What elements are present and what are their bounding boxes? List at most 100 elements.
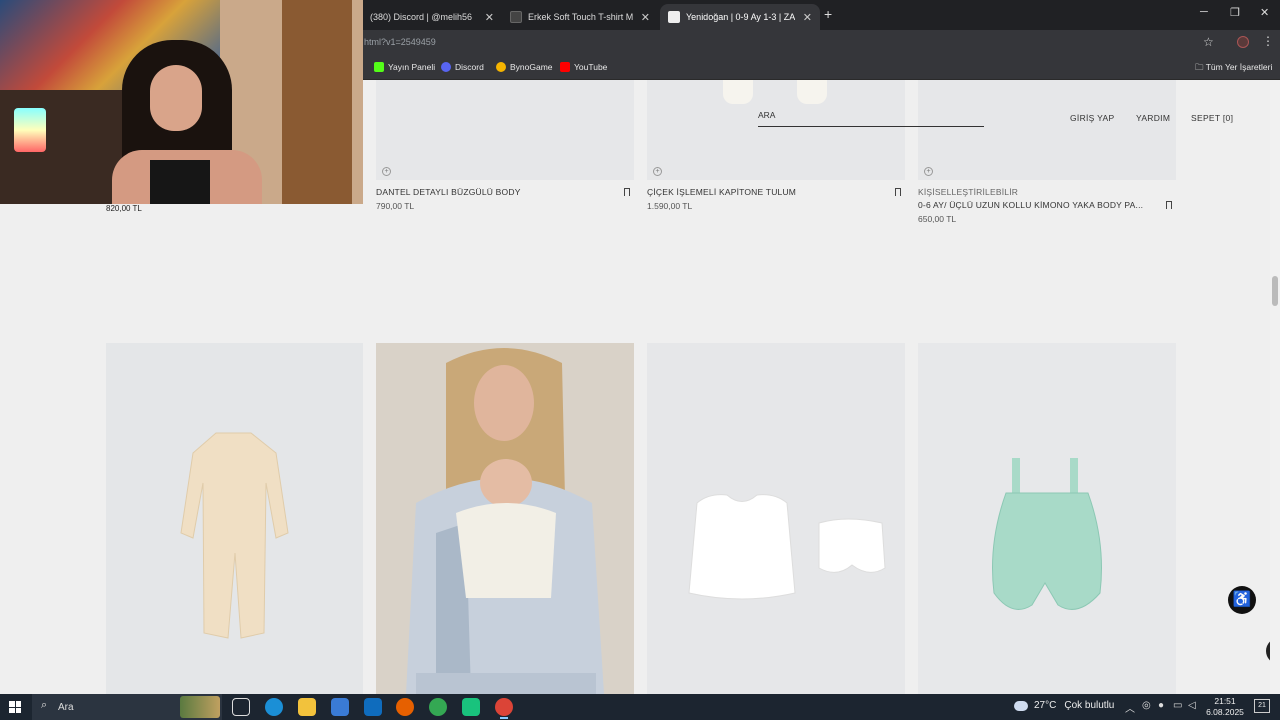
product-tag: KİŞİSELLEŞTİRİLEBİLİR xyxy=(918,187,1019,197)
taskbar-search[interactable]: ⌕ Ara xyxy=(32,694,222,720)
overall-image xyxy=(992,458,1102,610)
bookmark-label: Yayın Paneli xyxy=(388,62,436,72)
product-name[interactable]: DANTEL DETAYLI BÜZGÜLÜ BODY xyxy=(376,187,521,197)
outlook-icon[interactable] xyxy=(364,698,382,716)
notification-icon[interactable]: 21 xyxy=(1254,699,1270,713)
restore-icon[interactable]: ❐ xyxy=(1230,6,1240,19)
clock-date: 6.08.2025 xyxy=(1206,707,1244,717)
tab-label: Erkek Soft Touch T-shirt Modelleri xyxy=(528,12,633,22)
bookmark-label: YouTube xyxy=(574,62,608,72)
page-icon xyxy=(510,11,522,23)
tab-discord[interactable]: (380) Discord | @melih56 ✕ xyxy=(362,4,502,30)
bookmark-icon[interactable] xyxy=(1166,201,1172,209)
windows-start-icon[interactable] xyxy=(9,701,21,713)
close-icon[interactable]: ✕ xyxy=(803,11,812,24)
product-image[interactable] xyxy=(918,343,1176,694)
product-price: 1.590,00 TL xyxy=(647,201,693,211)
tab-zara[interactable]: Yenidoğan | 0-9 Ay 1-3 | ZARA ✕ xyxy=(660,4,820,30)
window-close-icon[interactable]: ✕ xyxy=(1260,6,1269,19)
product-name[interactable]: 0-6 AY/ ÜÇLÜ UZUN KOLLU KİMONO YAKA BODY… xyxy=(918,200,1143,210)
url-field[interactable]: html?v1=2549459 xyxy=(364,37,436,47)
bookmark-yayin-paneli[interactable]: Yayın Paneli xyxy=(374,62,435,72)
chrome-active-icon[interactable] xyxy=(495,698,513,719)
page-scrollbar[interactable] xyxy=(1270,80,1280,694)
shoe-shape xyxy=(723,80,753,104)
shirt-set-image xyxy=(688,494,886,600)
tab-label: (380) Discord | @melih56 xyxy=(370,12,473,22)
bookmark-discord[interactable]: Discord xyxy=(441,62,484,72)
scroll-thumb[interactable] xyxy=(1272,276,1278,306)
all-bookmarks-label: Tüm Yer İşaretleri xyxy=(1205,62,1273,72)
product-image[interactable]: + xyxy=(647,80,905,180)
door-image xyxy=(282,0,352,204)
bookmark-label: BynoGame xyxy=(510,62,553,72)
model-image xyxy=(406,348,604,694)
help-link[interactable]: YARDIM xyxy=(1136,113,1170,123)
webcam-overlay xyxy=(0,0,363,204)
product-price: 790,00 TL xyxy=(376,201,415,211)
edge-icon[interactable] xyxy=(265,698,283,716)
shoe-shape xyxy=(797,80,827,104)
search-underline xyxy=(758,126,984,127)
profile-avatar[interactable] xyxy=(1237,36,1249,48)
accessibility-icon[interactable]: ♿ xyxy=(1228,586,1256,614)
volume-icon[interactable]: ◁ xyxy=(1188,700,1196,711)
weather-temp: 27°C xyxy=(1034,700,1057,711)
windows-taskbar: ⌕ Ara 27°C Çok bulutlu ︿ ◎ ● ▭ ◁ 21:51 6… xyxy=(0,694,1280,720)
store-icon[interactable] xyxy=(331,698,349,716)
cloud-icon xyxy=(1014,700,1028,711)
clock-time: 21:51 xyxy=(1214,696,1236,706)
bookmark-youtube[interactable]: YouTube xyxy=(560,62,607,72)
weather-widget[interactable]: 27°C Çok bulutlu xyxy=(1014,700,1114,711)
star-icon[interactable]: ☆ xyxy=(1203,35,1214,49)
search-input[interactable]: ARA xyxy=(758,110,775,120)
streamer-face xyxy=(150,65,202,131)
youtube-icon xyxy=(560,62,570,72)
cart-link[interactable]: SEPET [0] xyxy=(1191,113,1233,123)
streamer-top xyxy=(150,160,210,204)
romper-image xyxy=(180,432,289,639)
close-icon[interactable]: ✕ xyxy=(641,11,650,24)
tab-label: Yenidoğan | 0-9 Ay 1-3 | ZARA xyxy=(686,12,795,22)
bynogame-icon xyxy=(496,62,506,72)
product-image[interactable]: + xyxy=(918,80,1176,180)
discord-icon xyxy=(441,62,451,72)
product-price-partial: 820,00 TL xyxy=(106,204,142,213)
more-menu-icon[interactable]: ⋮ xyxy=(1262,34,1274,48)
bookmark-bynogame[interactable]: BynoGame xyxy=(496,62,553,72)
product-image[interactable] xyxy=(647,343,905,694)
search-highlight-image xyxy=(180,696,220,718)
meet-icon[interactable]: ◎ xyxy=(1142,700,1151,711)
file-explorer-icon[interactable] xyxy=(298,698,316,716)
product-image[interactable]: + xyxy=(376,80,634,180)
network-icon[interactable]: ▭ xyxy=(1173,700,1182,711)
bookmark-icon[interactable] xyxy=(895,188,901,196)
firefox-icon[interactable] xyxy=(396,698,414,716)
add-icon[interactable]: + xyxy=(653,167,662,176)
mic-icon[interactable]: ● xyxy=(1158,700,1164,711)
all-bookmarks[interactable]: 🗀 Tüm Yer İşaretleri xyxy=(1195,62,1272,76)
kick-icon xyxy=(374,62,384,72)
close-icon[interactable]: ✕ xyxy=(485,11,494,24)
product-image[interactable] xyxy=(106,343,363,694)
product-name[interactable]: ÇİÇEK İŞLEMELİ KAPİTONE TULUM xyxy=(647,187,796,197)
add-icon[interactable]: + xyxy=(382,167,391,176)
new-tab-icon[interactable]: + xyxy=(824,6,832,22)
minimize-icon[interactable]: ─ xyxy=(1200,6,1208,18)
tab-tshirt[interactable]: Erkek Soft Touch T-shirt Modelleri ✕ xyxy=(502,4,658,30)
app-icon[interactable] xyxy=(462,698,480,716)
chrome-icon[interactable] xyxy=(429,698,447,716)
task-view-icon[interactable] xyxy=(232,698,250,716)
bookmark-icon[interactable] xyxy=(624,188,630,196)
system-clock[interactable]: 21:51 6.08.2025 xyxy=(1204,696,1246,718)
taskbar-search-label: Ara xyxy=(58,702,74,713)
search-icon: ⌕ xyxy=(41,699,48,711)
chevron-up-icon[interactable]: ︿ xyxy=(1125,700,1135,715)
add-icon[interactable]: + xyxy=(924,167,933,176)
lamp-image xyxy=(14,108,46,152)
bookmark-label: Discord xyxy=(455,62,484,72)
product-price: 650,00 TL xyxy=(918,214,957,224)
weather-desc: Çok bulutlu xyxy=(1064,700,1115,711)
product-image[interactable] xyxy=(376,343,634,694)
login-link[interactable]: GİRİŞ YAP xyxy=(1070,113,1114,123)
